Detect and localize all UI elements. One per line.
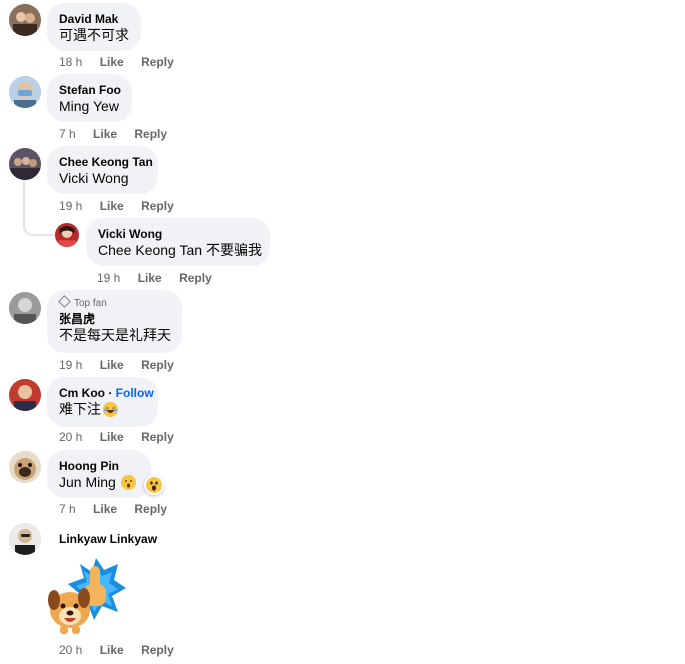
comment-bubble: David Mak 可遇不可求 <box>47 3 141 51</box>
comment-bubble: Stefan Foo Ming Yew <box>47 74 132 122</box>
comment-actions: 19 h Like Reply <box>59 199 188 213</box>
comment-actions: 18 h Like Reply <box>59 55 188 69</box>
comment-bubble: Hoong Pin Jun Ming <box>47 450 151 498</box>
comment-time[interactable]: 19 h <box>97 271 120 285</box>
comment-text: 不是每天是礼拜天 <box>59 327 171 343</box>
comment-text: Ming Yew <box>59 98 119 114</box>
like-button[interactable]: Like <box>100 643 124 657</box>
like-button[interactable]: Like <box>100 199 124 213</box>
top-fan-badge: Top fan <box>58 295 170 311</box>
like-button[interactable]: Like <box>100 358 124 372</box>
wow-reaction-icon[interactable] <box>144 475 164 495</box>
comment-actions: 7 h Like Reply <box>59 502 181 516</box>
laughing-emoji-icon <box>103 402 118 417</box>
comment-time[interactable]: 7 h <box>59 127 76 141</box>
comment-time[interactable]: 18 h <box>59 55 82 69</box>
comment-author-line: Cm Koo · Follow <box>59 386 154 400</box>
avatar[interactable] <box>9 292 41 324</box>
avatar[interactable] <box>9 76 41 108</box>
comment-text: Jun Ming <box>59 474 116 490</box>
reply-button[interactable]: Reply <box>141 643 174 657</box>
comment-bubble: Chee Keong Tan Vicki Wong <box>47 146 158 194</box>
comment-text: Chee Keong Tan 不要骗我 <box>98 242 262 258</box>
comment-actions: 19 h Like Reply <box>97 271 226 285</box>
comment-text-line: Jun Ming <box>59 474 139 491</box>
reply-button[interactable]: Reply <box>134 502 167 516</box>
comment-author[interactable]: Stefan Foo <box>59 82 121 98</box>
like-button[interactable]: Like <box>93 127 117 141</box>
comment-text: 难下注 <box>59 401 101 417</box>
avatar[interactable] <box>9 148 41 180</box>
avatar[interactable] <box>9 379 41 411</box>
comment-time[interactable]: 19 h <box>59 199 82 213</box>
like-button[interactable]: Like <box>138 271 162 285</box>
reply-button[interactable]: Reply <box>141 55 174 69</box>
comment-time[interactable]: 20 h <box>59 430 82 444</box>
reply-button[interactable]: Reply <box>141 358 174 372</box>
comment-bubble: Top fan 张昌虎 不是每天是礼拜天 <box>47 290 182 353</box>
comment-author[interactable]: Vicki Wong <box>98 226 258 242</box>
comment-author[interactable]: 张昌虎 <box>59 311 170 327</box>
reply-button[interactable]: Reply <box>134 127 167 141</box>
comment-bubble: Vicki Wong Chee Keong Tan 不要骗我 <box>86 218 270 266</box>
like-button[interactable]: Like <box>100 55 124 69</box>
top-fan-label: Top fan <box>74 298 107 309</box>
comment-author[interactable]: Linkyaw Linkyaw <box>59 531 157 547</box>
like-button[interactable]: Like <box>93 502 117 516</box>
like-button[interactable]: Like <box>100 430 124 444</box>
reply-button[interactable]: Reply <box>141 199 174 213</box>
reply-thread-line <box>23 180 55 236</box>
reply-button[interactable]: Reply <box>179 271 212 285</box>
comment-time[interactable]: 20 h <box>59 643 82 657</box>
comment-actions: 19 h Like Reply <box>59 358 188 372</box>
comment-actions: 20 h Like Reply <box>59 430 188 444</box>
reply-button[interactable]: Reply <box>141 430 174 444</box>
dog-thumbs-up-sticker[interactable] <box>46 556 128 636</box>
comment-actions: 20 h Like Reply <box>59 643 188 657</box>
comment-actions: 7 h Like Reply <box>59 127 181 141</box>
follow-button[interactable]: Follow <box>116 386 154 400</box>
comment-text: Vicki Wong <box>59 170 129 186</box>
comment-author[interactable]: David Mak <box>59 11 129 27</box>
comment-time[interactable]: 19 h <box>59 358 82 372</box>
comment-bubble: Cm Koo · Follow 难下注 <box>47 377 158 427</box>
avatar[interactable] <box>9 4 41 36</box>
diamond-icon <box>58 295 71 308</box>
avatar[interactable] <box>55 223 79 247</box>
comment-author[interactable]: Cm Koo <box>59 386 105 400</box>
comment-author[interactable]: Chee Keong Tan <box>59 154 153 170</box>
comment-author[interactable]: Hoong Pin <box>59 458 139 474</box>
hushed-face-emoji-icon <box>120 475 136 490</box>
comment-time[interactable]: 7 h <box>59 502 76 516</box>
comment-text: 可遇不可求 <box>59 27 129 43</box>
comment-text-line: 难下注 <box>59 401 146 418</box>
avatar[interactable] <box>9 451 41 483</box>
avatar[interactable] <box>9 523 41 555</box>
